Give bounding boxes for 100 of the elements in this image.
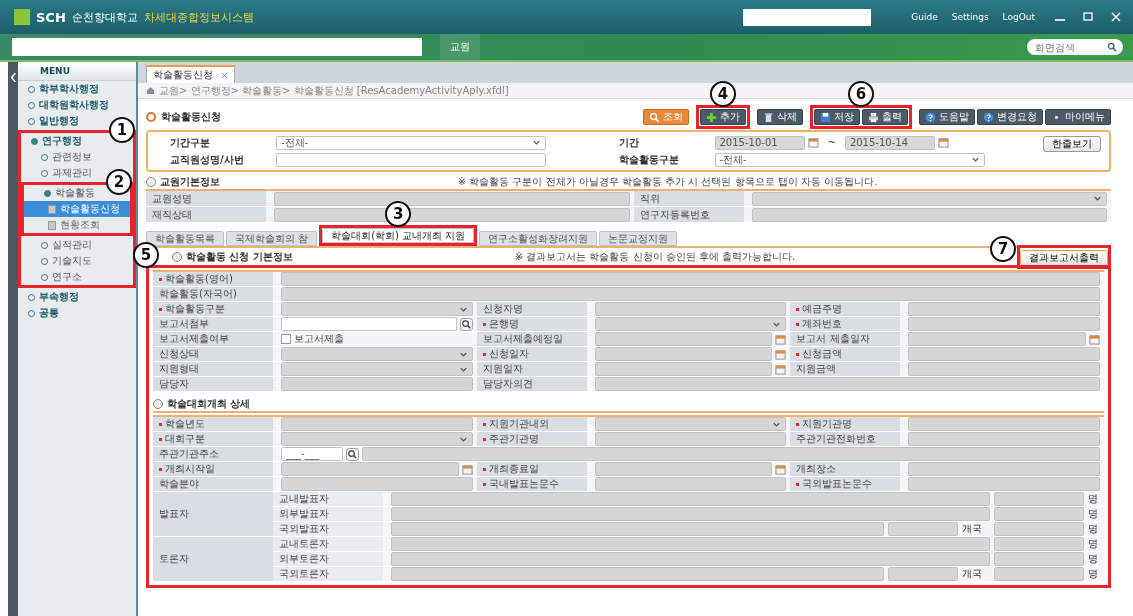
maximize-icon[interactable] xyxy=(1081,12,1095,22)
input-field[interactable] xyxy=(908,417,1100,431)
menu-item[interactable]: 연구소 xyxy=(39,269,85,285)
input-field[interactable] xyxy=(274,191,630,206)
input-field[interactable] xyxy=(281,317,457,331)
menu-item[interactable]: 과제관리 xyxy=(39,165,95,181)
calendar-icon[interactable] xyxy=(775,463,787,475)
toolbar-button[interactable]: 도움말 xyxy=(919,109,975,125)
input-field[interactable] xyxy=(751,207,1107,222)
calendar-icon[interactable] xyxy=(775,333,787,345)
tab[interactable]: 학술활동목록 xyxy=(146,231,224,246)
nav-tab[interactable]: 교원 xyxy=(440,34,480,60)
dropdown[interactable] xyxy=(594,317,787,331)
input-field[interactable] xyxy=(888,522,958,536)
input-field[interactable] xyxy=(594,362,773,376)
checkbox[interactable] xyxy=(281,334,291,344)
input-field[interactable] xyxy=(994,567,1084,581)
toolbar-button[interactable]: 저장 xyxy=(814,109,860,125)
input-field[interactable] xyxy=(908,432,1100,446)
input-field[interactable] xyxy=(908,462,1100,476)
menu-item[interactable]: 실적관리 xyxy=(39,237,95,253)
input-field[interactable] xyxy=(908,332,1086,346)
input-field[interactable] xyxy=(391,552,990,566)
input-field[interactable] xyxy=(362,447,1100,461)
page-tab[interactable]: 학술활동신청 xyxy=(146,65,235,83)
search-icon[interactable] xyxy=(459,317,473,331)
home-icon[interactable] xyxy=(146,86,155,95)
toolbar-button[interactable]: 삭제 xyxy=(757,109,803,125)
search-icon[interactable] xyxy=(346,447,359,461)
input-field[interactable] xyxy=(594,432,787,446)
input-field[interactable] xyxy=(281,287,1100,301)
close-icon[interactable] xyxy=(221,71,228,79)
tab[interactable]: 학술대회(학회) 교내개최 지원 xyxy=(322,228,475,243)
input-field[interactable] xyxy=(281,272,1100,286)
input-field[interactable] xyxy=(994,552,1084,566)
menu-item[interactable]: 연구행정 xyxy=(29,133,85,149)
dropdown[interactable]: -전체- xyxy=(276,135,546,150)
input-field[interactable] xyxy=(281,377,473,391)
calendar-icon[interactable] xyxy=(775,363,787,375)
menu-item[interactable]: 공통 xyxy=(26,305,62,321)
input-field[interactable] xyxy=(594,377,1100,391)
search-field[interactable]: 화면검색 xyxy=(1027,39,1123,55)
input-field[interactable] xyxy=(594,477,787,491)
calendar-icon[interactable] xyxy=(775,348,787,360)
menu-item[interactable]: 학부학사행정 xyxy=(26,81,102,97)
menu-item[interactable]: 일반행정 xyxy=(26,113,82,129)
toolbar-button[interactable]: 변경요청 xyxy=(977,109,1043,125)
input-field[interactable] xyxy=(12,38,422,56)
menu-item[interactable]: 부속행정 xyxy=(26,289,82,305)
report-print-button[interactable]: 결과보고서출력 xyxy=(1020,249,1108,266)
input-field[interactable]: ___-___ xyxy=(281,447,343,461)
input-field[interactable] xyxy=(274,207,630,222)
input-field[interactable] xyxy=(908,317,1100,331)
input-field[interactable] xyxy=(281,477,473,491)
input-field[interactable] xyxy=(908,302,1100,316)
input-field[interactable] xyxy=(276,152,546,167)
input-field[interactable] xyxy=(594,462,773,476)
input-field[interactable] xyxy=(908,477,1100,491)
toolbar-button[interactable]: 마이메뉴 xyxy=(1045,109,1111,125)
menu-item[interactable]: 관련정보 xyxy=(39,149,95,165)
menu-item[interactable]: 학술활동 xyxy=(42,185,98,201)
input-field[interactable] xyxy=(994,522,1084,536)
dropdown[interactable] xyxy=(594,417,787,431)
input-field[interactable] xyxy=(594,347,773,361)
input-field[interactable] xyxy=(743,8,872,26)
input-field[interactable] xyxy=(994,492,1084,506)
collapse-icon[interactable] xyxy=(9,72,17,83)
input-field[interactable]: 2015-10-01 xyxy=(714,135,805,150)
calendar-icon[interactable] xyxy=(461,463,473,475)
input-field[interactable] xyxy=(281,417,473,431)
tab[interactable]: 논문교정지원 xyxy=(599,231,678,246)
dropdown[interactable] xyxy=(281,347,473,361)
input-field[interactable] xyxy=(391,522,884,536)
input-field[interactable] xyxy=(908,362,1100,376)
menu-item[interactable]: 기술지도 xyxy=(39,253,95,269)
input-field[interactable] xyxy=(994,537,1084,551)
input-field[interactable] xyxy=(391,492,990,506)
input-field[interactable] xyxy=(391,537,990,551)
calendar-icon[interactable] xyxy=(937,137,949,148)
tab[interactable]: 연구소활성화장려지원 xyxy=(479,231,598,246)
menu-item[interactable]: 대학원학사행정 xyxy=(26,97,112,113)
tab[interactable]: 국제학술회의 참 xyxy=(226,231,318,246)
input-field[interactable] xyxy=(888,567,958,581)
input-field[interactable] xyxy=(391,567,884,581)
close-icon[interactable] xyxy=(1109,12,1123,22)
header-link[interactable]: Guide xyxy=(911,12,938,22)
input-field[interactable] xyxy=(391,507,990,521)
toolbar-button[interactable]: 추가 xyxy=(700,109,746,125)
input-field[interactable] xyxy=(594,332,773,346)
menu-item[interactable]: 현황조회 xyxy=(24,217,130,233)
dropdown[interactable] xyxy=(281,362,473,376)
calendar-icon[interactable] xyxy=(807,137,819,148)
menu-item[interactable]: 학술활동신청 xyxy=(24,201,130,217)
header-link[interactable]: Settings xyxy=(951,12,989,22)
calendar-icon[interactable] xyxy=(1089,333,1100,345)
input-field[interactable] xyxy=(594,302,787,316)
input-field[interactable]: 2015-10-14 xyxy=(844,135,935,150)
input-field[interactable] xyxy=(281,462,459,476)
input-field[interactable] xyxy=(994,507,1084,521)
header-link[interactable]: LogOut xyxy=(1002,12,1035,22)
